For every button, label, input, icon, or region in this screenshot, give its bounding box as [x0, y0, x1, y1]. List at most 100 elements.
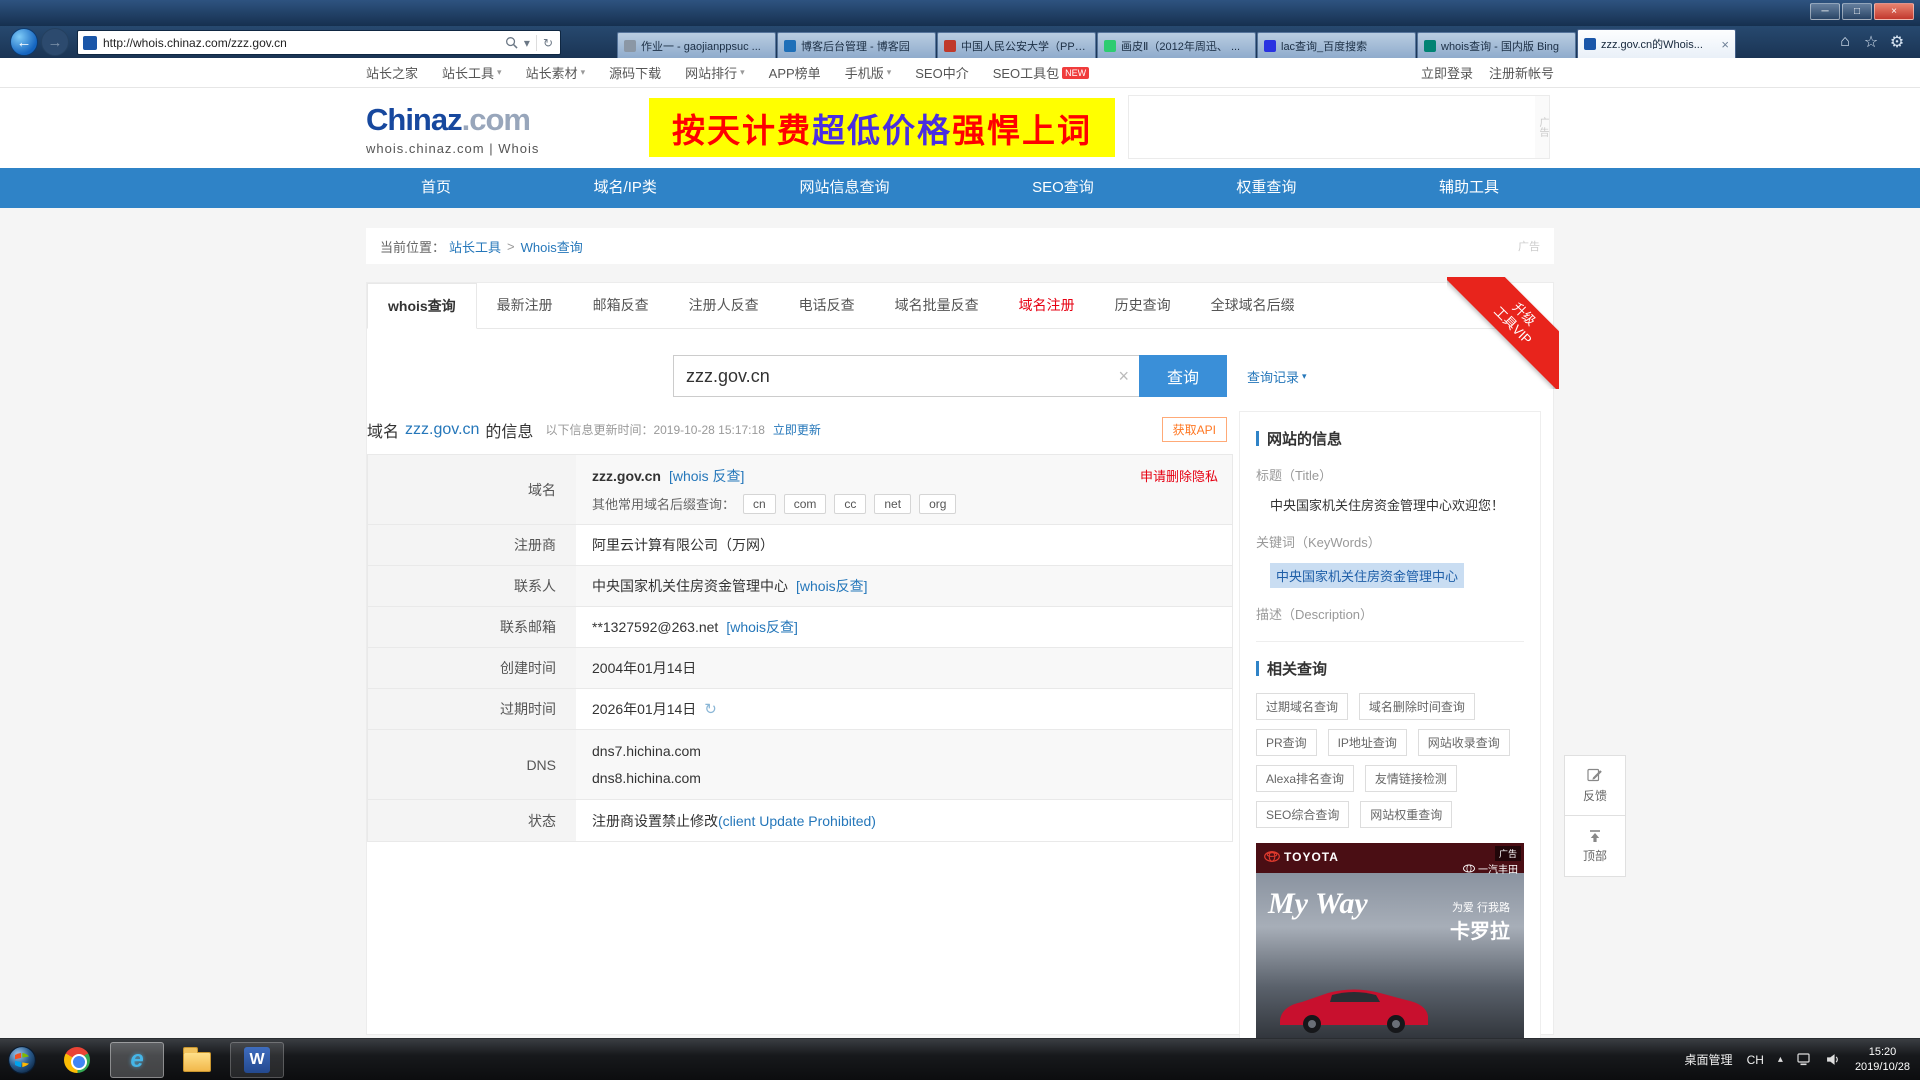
whois-reverse-link[interactable]: [whois 反查] [669, 466, 744, 486]
link-alexa-rank[interactable]: Alexa排名查询 [1256, 764, 1355, 792]
link-expired-domains[interactable]: 过期域名查询 [1256, 692, 1349, 720]
breadcrumb-link-whois[interactable]: Whois查询 [521, 237, 583, 256]
favorites-star-icon[interactable]: ☆ [1858, 30, 1884, 54]
row-label: 域名 [368, 455, 576, 524]
query-history-link[interactable]: 查询记录 ▾ [1247, 367, 1307, 386]
topnav-item-app[interactable]: APP榜单 [769, 63, 821, 82]
browser-tab[interactable]: 画皮Ⅱ（2012年周迅、 ... [1097, 32, 1256, 58]
back-to-top-button[interactable]: 顶部 [1564, 816, 1626, 877]
suffix-org-button[interactable]: org [919, 493, 957, 514]
mainnav-item-weight[interactable]: 权重查询 [1226, 168, 1306, 208]
tab-phone-reverse[interactable]: 电话反查 [779, 283, 875, 328]
refresh-expiry-icon[interactable]: ↻ [704, 700, 717, 718]
link-friend-link-check[interactable]: 友情链接检测 [1364, 764, 1457, 792]
login-link[interactable]: 立即登录 [1421, 63, 1473, 82]
start-button[interactable] [0, 1039, 44, 1080]
feedback-button[interactable]: 反馈 [1564, 755, 1626, 816]
tab-domain-register[interactable]: 域名注册 [999, 283, 1095, 328]
topnav-item-material[interactable]: 站长素材 ▾ [526, 63, 586, 82]
taskbar-word-button[interactable]: W [230, 1041, 284, 1078]
clear-input-icon[interactable]: × [1118, 365, 1129, 387]
back-button[interactable]: ← [10, 28, 38, 56]
taskbar-explorer-button[interactable] [170, 1042, 224, 1078]
suffix-net-button[interactable]: net [874, 493, 912, 514]
close-button[interactable]: × [1874, 3, 1914, 20]
query-button[interactable]: 查询 [1139, 355, 1227, 397]
toyota-ad-banner[interactable]: TOYOTA 广告 一汽丰田 My Way 为爱 行我路 卡罗拉 [1256, 842, 1524, 1043]
link-ip-query[interactable]: IP地址查询 [1327, 728, 1407, 756]
topnav-item-seo-kit[interactable]: SEO工具包 NEW [993, 63, 1090, 82]
desktop-manager-item[interactable]: 桌面管理 [1685, 1051, 1733, 1068]
url-input[interactable] [97, 35, 502, 50]
browser-tab[interactable]: 博客后台管理 - 博客园 [777, 32, 936, 58]
mainnav-item-aux-tools[interactable]: 辅助工具 [1429, 168, 1509, 208]
link-pr-query[interactable]: PR查询 [1256, 728, 1317, 756]
tab-newly-registered[interactable]: 最新注册 [477, 283, 573, 328]
register-link[interactable]: 注册新帐号 [1489, 63, 1554, 82]
whois-reverse-link[interactable]: [whois反查] [726, 617, 798, 637]
browser-tab[interactable]: lac查询_百度搜索 [1257, 32, 1416, 58]
mainnav-item-home[interactable]: 首页 [411, 168, 461, 208]
minimize-button[interactable]: ─ [1810, 3, 1840, 20]
chinaz-logo[interactable]: Chinaz.com whois.chinaz.com | Whois [366, 102, 539, 156]
suffix-cn-button[interactable]: cn [743, 493, 776, 514]
forward-button[interactable]: → [41, 28, 69, 56]
breadcrumb-separator: > [507, 238, 515, 254]
address-bar[interactable]: ▾ ↻ [77, 30, 561, 55]
browser-tab-active[interactable]: zzz.gov.cn的Whois... × [1577, 29, 1736, 58]
status-detail-link[interactable]: (client Update Prohibited) [718, 813, 876, 829]
language-indicator[interactable]: CH [1747, 1053, 1764, 1067]
browser-tab[interactable]: whois查询 - 国内版 Bing [1417, 32, 1576, 58]
mainnav-item-domain-ip[interactable]: 域名/IP类 [584, 168, 667, 208]
breadcrumb-link-tools[interactable]: 站长工具 [449, 237, 501, 256]
title-label: 标题（Title） [1256, 468, 1333, 483]
taskbar-chrome-button[interactable] [50, 1042, 104, 1078]
suffix-cc-button[interactable]: cc [834, 493, 867, 514]
browser-tab[interactable]: 中国人民公安大学（PPS... [937, 32, 1096, 58]
topnav-item-seo-agent[interactable]: SEO中介 [915, 63, 968, 82]
get-api-button[interactable]: 获取API [1161, 417, 1227, 442]
browser-tab[interactable]: 作业一 - gaojianppsuc ... [617, 32, 776, 58]
topnav-item-source[interactable]: 源码下载 [609, 63, 661, 82]
show-hidden-icons[interactable]: ▴ [1778, 1054, 1783, 1065]
link-domain-delete-time[interactable]: 域名删除时间查询 [1358, 692, 1475, 720]
topnav-item-ranking[interactable]: 网站排行 ▾ [685, 63, 745, 82]
link-site-index-query[interactable]: 网站收录查询 [1417, 728, 1510, 756]
tab-email-reverse[interactable]: 邮箱反查 [573, 283, 669, 328]
refresh-icon[interactable]: ↻ [540, 36, 556, 50]
whois-reverse-link[interactable]: [whois反查] [796, 576, 868, 596]
update-now-link[interactable]: 立即更新 [773, 421, 821, 438]
topnav-item-home[interactable]: 站长之家 [366, 63, 418, 82]
mainnav-item-site-info[interactable]: 网站信息查询 [790, 168, 900, 208]
keyword-chip[interactable]: 中央国家机关住房资金管理中心 [1270, 562, 1465, 588]
link-seo-overview[interactable]: SEO综合查询 [1256, 800, 1350, 828]
link-site-weight[interactable]: 网站权重查询 [1360, 800, 1453, 828]
tab-label: lac查询_百度搜索 [1281, 40, 1368, 53]
suffix-com-button[interactable]: com [783, 493, 827, 514]
maximize-button[interactable]: □ [1842, 3, 1872, 20]
vip-ribbon[interactable]: 升级 工具VIP [1447, 277, 1559, 389]
search-icon[interactable] [502, 36, 521, 49]
mainnav-item-seo[interactable]: SEO查询 [1022, 168, 1104, 208]
network-icon[interactable] [1797, 1053, 1812, 1066]
yellow-ad-banner[interactable]: 按天计费 超低价格 强悍上词 [649, 98, 1115, 157]
tab-close-icon[interactable]: × [1721, 37, 1729, 52]
taskbar-clock[interactable]: 15:20 2019/10/28 [1855, 1045, 1910, 1075]
tab-domain-batch-reverse[interactable]: 域名批量反查 [875, 283, 999, 328]
tab-history-query[interactable]: 历史查询 [1095, 283, 1191, 328]
volume-icon[interactable] [1826, 1053, 1841, 1066]
tab-whois-query[interactable]: whois查询 [367, 283, 477, 329]
taskbar-ie-button[interactable]: e [110, 1041, 164, 1078]
domain-search-input[interactable] [674, 356, 1139, 396]
address-caret-down-icon[interactable]: ▾ [521, 36, 533, 50]
empty-ad-slot[interactable]: 广告 [1128, 95, 1550, 159]
tab-registrant-reverse[interactable]: 注册人反查 [669, 283, 779, 328]
privacy-removal-link[interactable]: 申请删除隐私 [1140, 466, 1218, 485]
home-icon[interactable]: ⌂ [1832, 30, 1858, 54]
browser-titlebar: ─ □ × [0, 0, 1920, 26]
result-domain[interactable]: zzz.gov.cn [405, 421, 479, 439]
topnav-item-mobile[interactable]: 手机版 ▾ [845, 63, 892, 82]
tab-global-suffix[interactable]: 全球域名后缀 [1191, 283, 1315, 328]
topnav-item-tools[interactable]: 站长工具 ▾ [442, 63, 502, 82]
settings-gear-icon[interactable]: ⚙ [1884, 30, 1910, 54]
